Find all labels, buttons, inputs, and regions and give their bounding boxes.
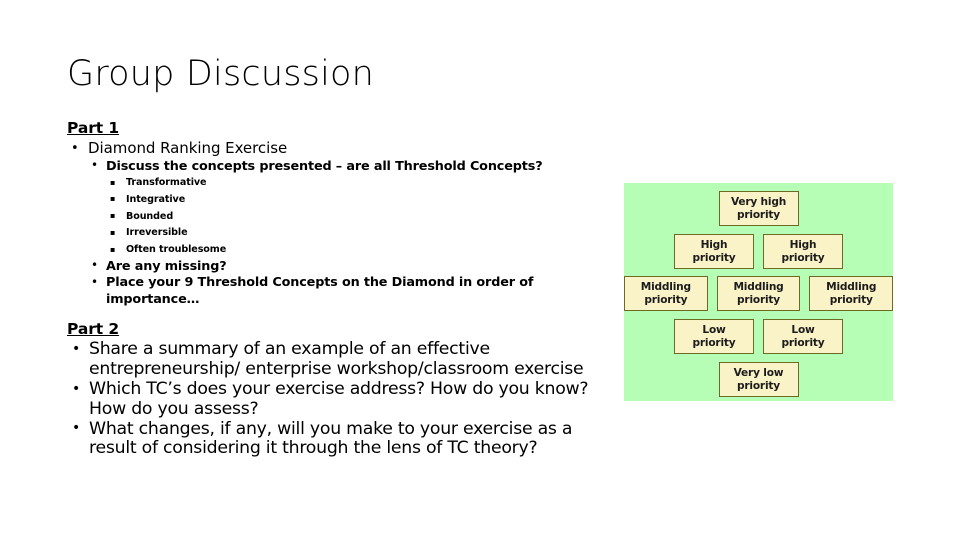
priority-box-high-right: High priority [763, 234, 843, 269]
priority-box-very-high: Very high priority [718, 191, 799, 226]
priority-box-low-right: Low priority [763, 319, 843, 354]
bullet-label: What changes, if any, will you make to y… [89, 418, 573, 459]
list-item: Irreversible [106, 225, 612, 242]
list-item: Transformative [106, 175, 612, 192]
bullet-what-changes: What changes, if any, will you make to y… [67, 418, 612, 460]
sub-bullet-label: Are any missing? [106, 258, 227, 274]
priority-box-line1: Low [791, 324, 815, 337]
bullet-which-tcs: Which TC’s does your exercise address? H… [67, 379, 612, 420]
bullet-label: Share a summary of an example of an effe… [89, 339, 584, 380]
priority-box-line2: priority [692, 251, 736, 264]
concept-label: Often troublesome [126, 244, 227, 256]
sub-bullet-label: Place your 9 Threshold Concepts on the D… [106, 275, 534, 307]
bullet-diamond-ranking-exercise: Diamond Ranking Exercise Discuss the con… [67, 138, 612, 309]
list-item: Bounded [106, 208, 612, 226]
priority-box-line2: priority [781, 336, 825, 349]
priority-box-line2: priority [692, 336, 736, 349]
part2-bullet-list: Share a summary of an example of an effe… [67, 340, 612, 459]
list-item: Integrative [106, 191, 612, 209]
priority-box-middling-left: Middling priority [624, 276, 708, 311]
part1-sub-bullet-list: Discuss the concepts presented – are all… [88, 157, 612, 309]
priority-box-line2: priority [829, 293, 873, 306]
priority-box-line2: priority [781, 251, 825, 264]
priority-box-high-left: High priority [674, 234, 754, 269]
diamond-row-3: Middling priority Middling priority Midd… [624, 276, 894, 311]
priority-box-line2: priority [737, 208, 780, 221]
list-item: Often troublesome [106, 242, 612, 259]
sub-bullet-label: Discuss the concepts presented – are all… [106, 158, 543, 174]
concept-label: Transformative [126, 177, 207, 188]
priority-box-line2: priority [737, 293, 780, 306]
sub-bullet-discuss-concepts: Discuss the concepts presented – are all… [88, 157, 612, 259]
priority-box-line1: High [700, 239, 728, 252]
priority-box-very-low: Very low priority [718, 362, 799, 397]
bullet-share-summary: Share a summary of an example of an effe… [67, 340, 612, 380]
priority-box-low-left: Low priority [674, 319, 754, 354]
priority-box-line2: priority [737, 379, 780, 392]
slide-body-content: Part 1 Diamond Ranking Exercise Discuss … [67, 119, 612, 459]
threshold-concept-list: Transformative Integrative Bounded Irrev… [106, 175, 612, 259]
priority-box-line2: priority [644, 293, 688, 306]
diamond-row-5: Very low priority [624, 362, 893, 397]
part1-heading: Part 1 [67, 119, 120, 137]
priority-box-middling-center: Middling priority [716, 276, 801, 311]
priority-box-line1: Very low [733, 367, 784, 380]
priority-box-line1: Very high [730, 196, 787, 209]
priority-box-line1: Middling [826, 281, 877, 294]
sub-bullet-place-concepts: Place your 9 Threshold Concepts on the D… [88, 274, 612, 308]
priority-box-line1: Low [702, 324, 726, 337]
concept-label: Bounded [126, 210, 174, 222]
priority-box-line1: Middling [733, 281, 784, 294]
priority-box-line1: Middling [640, 281, 691, 294]
diamond-ranking-diagram: Very high priority High priority High pr… [624, 183, 894, 401]
priority-box-line1: High [789, 239, 817, 252]
slide-title: Group Discussion [67, 54, 375, 94]
bullet-label: Which TC’s does your exercise address? H… [89, 379, 589, 419]
diamond-row-1: Very high priority [624, 191, 893, 226]
bullet-label: Diamond Ranking Exercise [88, 139, 288, 157]
concept-label: Irreversible [126, 227, 188, 239]
concept-label: Integrative [126, 193, 186, 205]
part2-heading: Part 2 [67, 320, 120, 339]
priority-box-middling-right: Middling priority [809, 276, 894, 311]
diamond-row-2: High priority High priority [624, 234, 893, 269]
part1-bullet-list: Diamond Ranking Exercise Discuss the con… [67, 138, 612, 309]
diamond-row-4: Low priority Low priority [624, 319, 893, 354]
sub-bullet-are-any-missing: Are any missing? [88, 258, 612, 276]
